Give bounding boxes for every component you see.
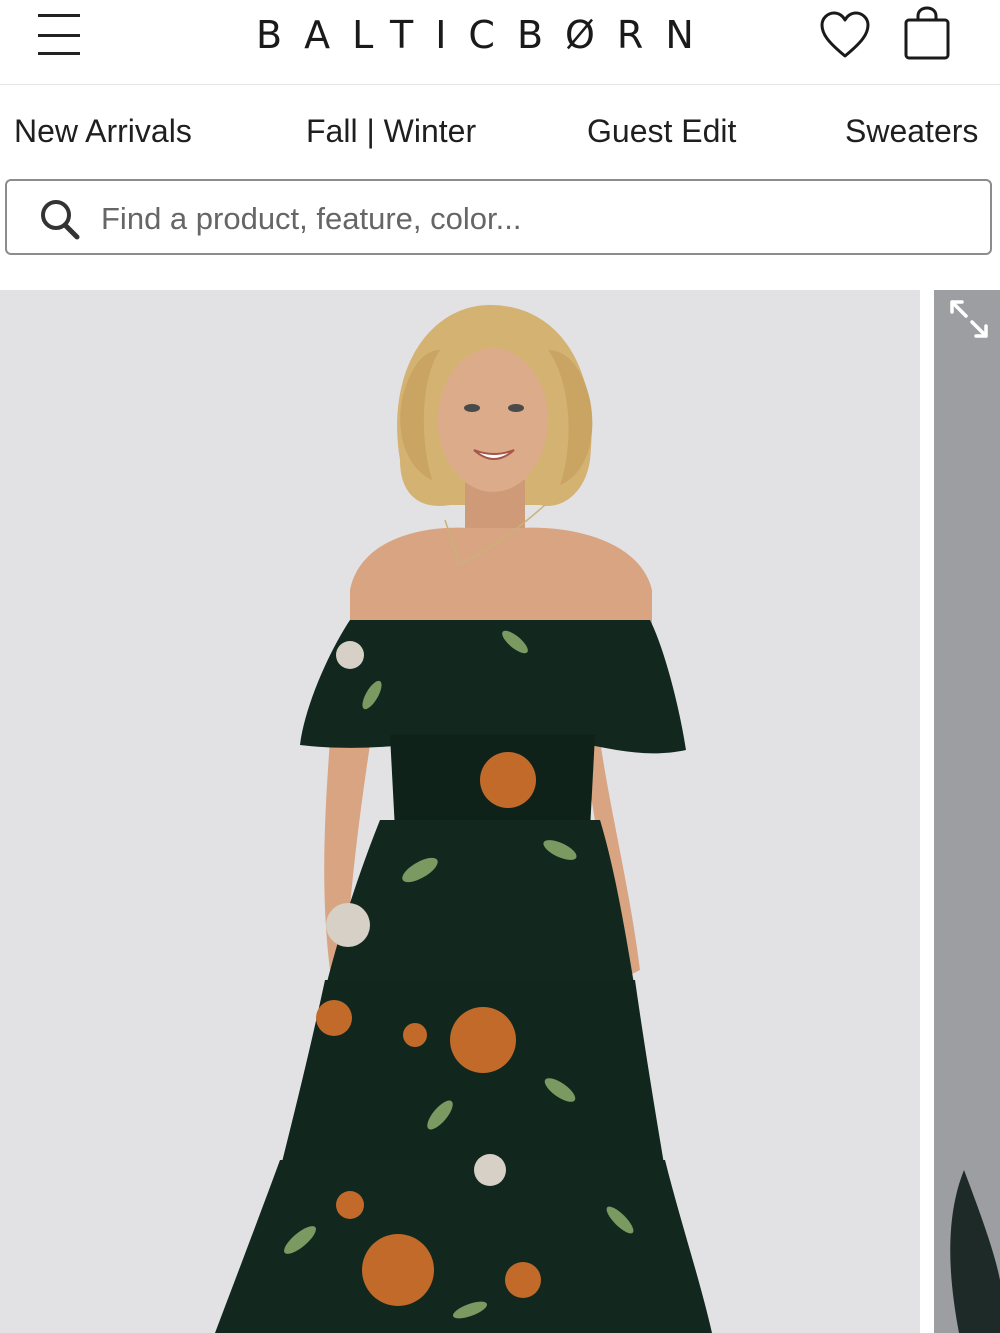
hamburger-menu-icon[interactable] xyxy=(36,12,82,56)
category-nav: New Arrivals Fall | Winter Guest Edit Sw… xyxy=(0,85,1000,177)
top-header: BALTICBØRN xyxy=(0,0,1000,85)
menu-line xyxy=(38,34,80,37)
nav-item-sweaters[interactable]: Sweaters xyxy=(845,111,978,151)
nav-item-new-arrivals[interactable]: New Arrivals xyxy=(14,111,192,151)
menu-line xyxy=(38,52,80,55)
heart-icon[interactable] xyxy=(818,10,872,62)
shopping-bag-icon[interactable] xyxy=(900,6,954,64)
product-photo[interactable] xyxy=(0,290,920,1333)
product-gallery[interactable] xyxy=(0,290,1000,1333)
expand-icon[interactable] xyxy=(946,296,992,342)
menu-line xyxy=(38,14,80,17)
next-product-photo[interactable] xyxy=(934,290,1000,1333)
search-input[interactable] xyxy=(99,195,963,243)
nav-item-guest-edit[interactable]: Guest Edit xyxy=(587,111,736,151)
nav-item-fall-winter[interactable]: Fall | Winter xyxy=(306,111,476,151)
search-icon[interactable] xyxy=(37,197,85,241)
search-bar[interactable] xyxy=(5,179,992,255)
brand-logo[interactable]: BALTICBØRN xyxy=(256,12,744,58)
